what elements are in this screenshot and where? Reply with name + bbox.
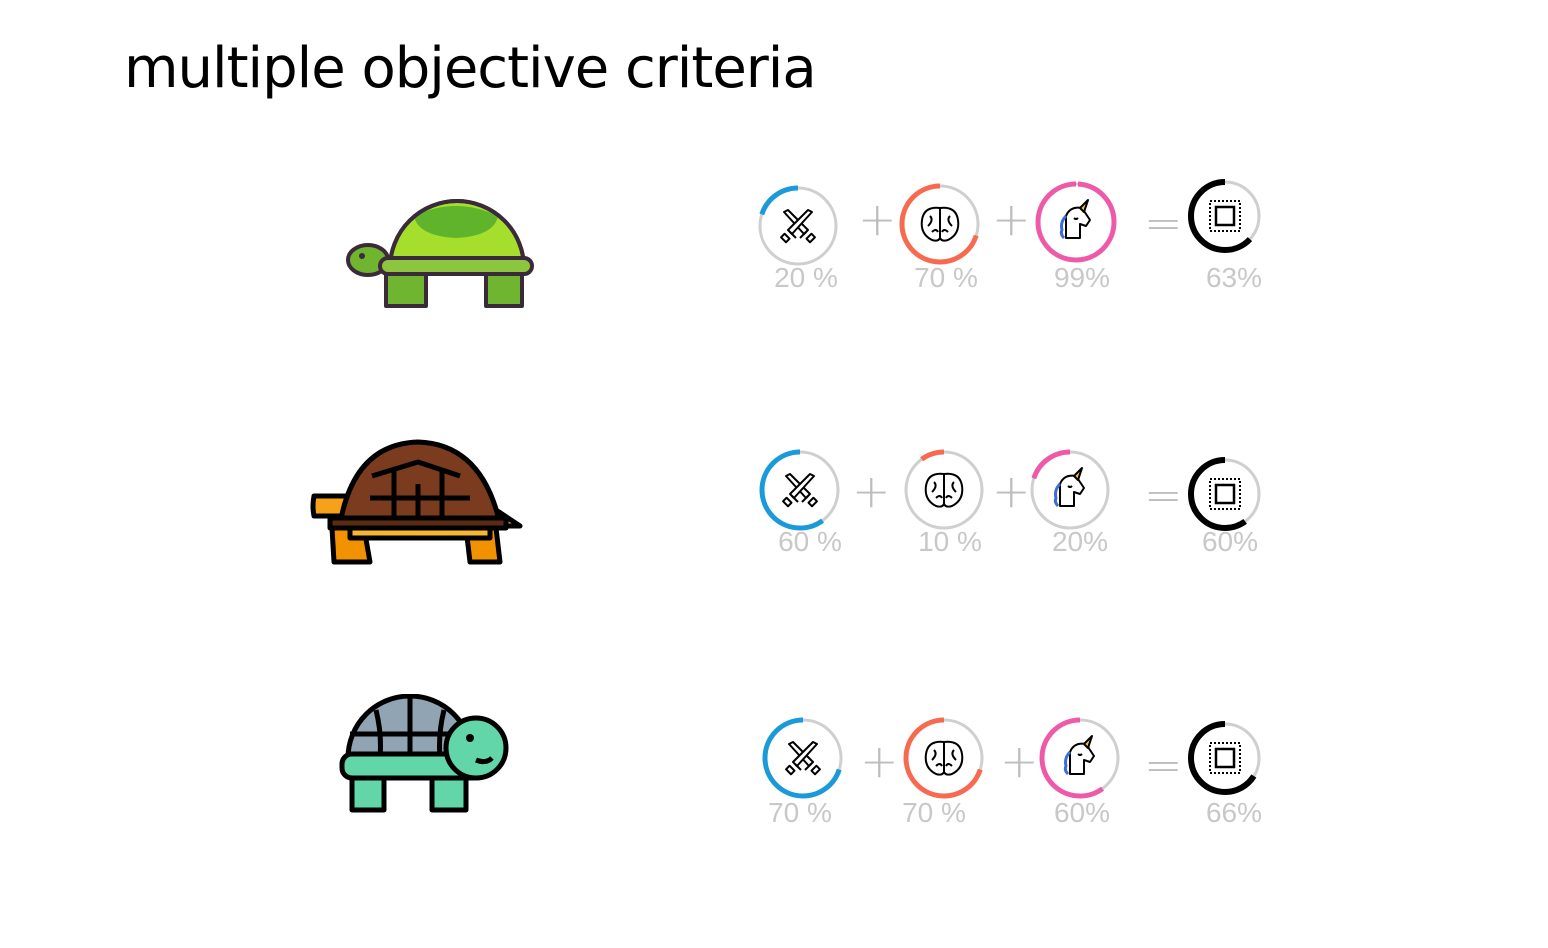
unicorn-gauge [1035, 181, 1117, 263]
brain-icon [920, 206, 960, 242]
plus-sign: + [1000, 734, 1039, 788]
brown-tortoise-icon [310, 439, 523, 565]
chip-gauge [1188, 721, 1262, 795]
criterion-percent-label: 70 % [768, 797, 832, 828]
criterion-percent-label: 20 % [774, 262, 838, 293]
plus-sign: + [852, 464, 891, 518]
plus-sign: + [858, 192, 897, 246]
plus-sign: + [860, 734, 899, 788]
criterion-percent-label: 99% [1053, 262, 1111, 293]
total-percent-label: 66% [1205, 797, 1263, 828]
brain-icon [924, 740, 964, 776]
brain-gauge [903, 449, 985, 531]
teal-turtle-icon [339, 694, 509, 813]
unicorn-gauge [1029, 449, 1111, 531]
unicorn-gauge [1039, 717, 1121, 799]
criterion-percent-label: 20% [1051, 526, 1109, 557]
brain-icon [924, 472, 964, 508]
criterion-percent-label: 10 % [918, 526, 982, 557]
total-percent-label: 63% [1205, 262, 1263, 293]
page-title: multiple objective criteria [124, 36, 817, 101]
crossed-swords-gauge [757, 185, 839, 267]
criterion-percent-label: 60% [1053, 797, 1111, 828]
total-percent-label: 60% [1201, 526, 1259, 557]
green-turtle-icon [346, 199, 534, 308]
equals-sign: = [1144, 468, 1183, 522]
equals-sign: = [1144, 196, 1183, 250]
plus-sign: + [992, 192, 1031, 246]
plus-sign: + [992, 464, 1031, 518]
crossed-swords-gauge [759, 449, 841, 531]
criterion-percent-label: 60 % [778, 526, 842, 557]
equals-sign: = [1144, 738, 1183, 792]
criterion-percent-label: 70 % [914, 262, 978, 293]
brain-gauge [903, 717, 985, 799]
criterion-percent-label: 70 % [902, 797, 966, 828]
chip-gauge [1188, 457, 1262, 531]
chip-gauge [1188, 179, 1262, 253]
brain-gauge [899, 183, 981, 265]
crossed-swords-gauge [762, 717, 844, 799]
